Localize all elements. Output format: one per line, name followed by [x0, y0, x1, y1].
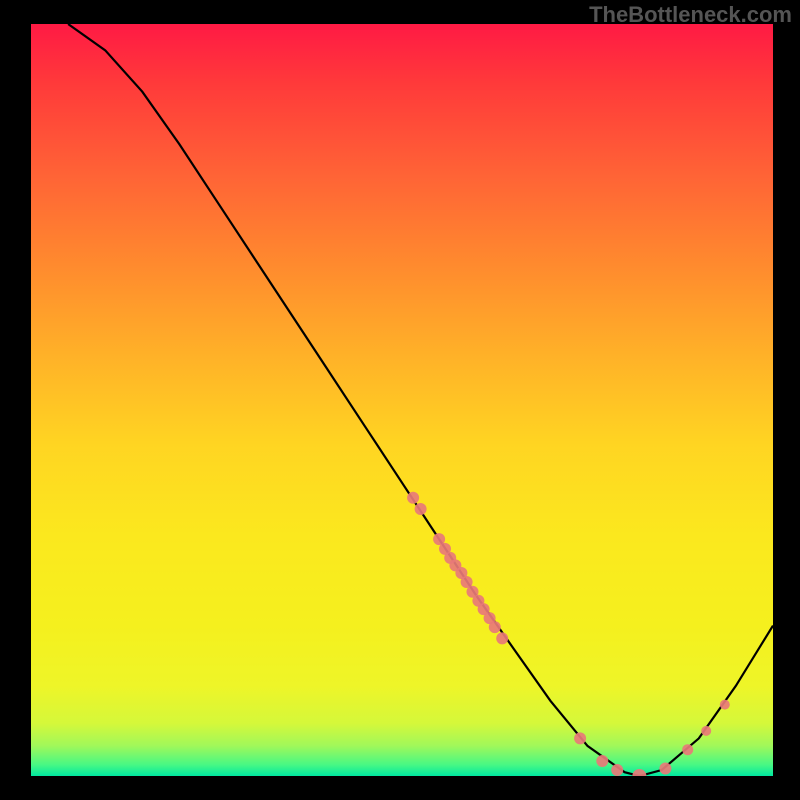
data-point	[682, 744, 693, 755]
chart-svg	[31, 24, 773, 776]
watermark-text: TheBottleneck.com	[589, 2, 792, 28]
plot-area	[31, 24, 773, 776]
data-point	[720, 700, 730, 710]
data-point	[701, 726, 711, 736]
data-point	[489, 621, 501, 633]
data-point	[407, 492, 419, 504]
scatter-points	[407, 492, 730, 776]
data-point	[574, 732, 586, 744]
data-point	[632, 769, 646, 776]
data-point	[596, 755, 608, 767]
data-point	[611, 764, 623, 776]
data-point	[659, 763, 671, 775]
bottleneck-curve	[68, 24, 773, 776]
data-point	[415, 503, 427, 515]
data-point	[496, 632, 508, 644]
